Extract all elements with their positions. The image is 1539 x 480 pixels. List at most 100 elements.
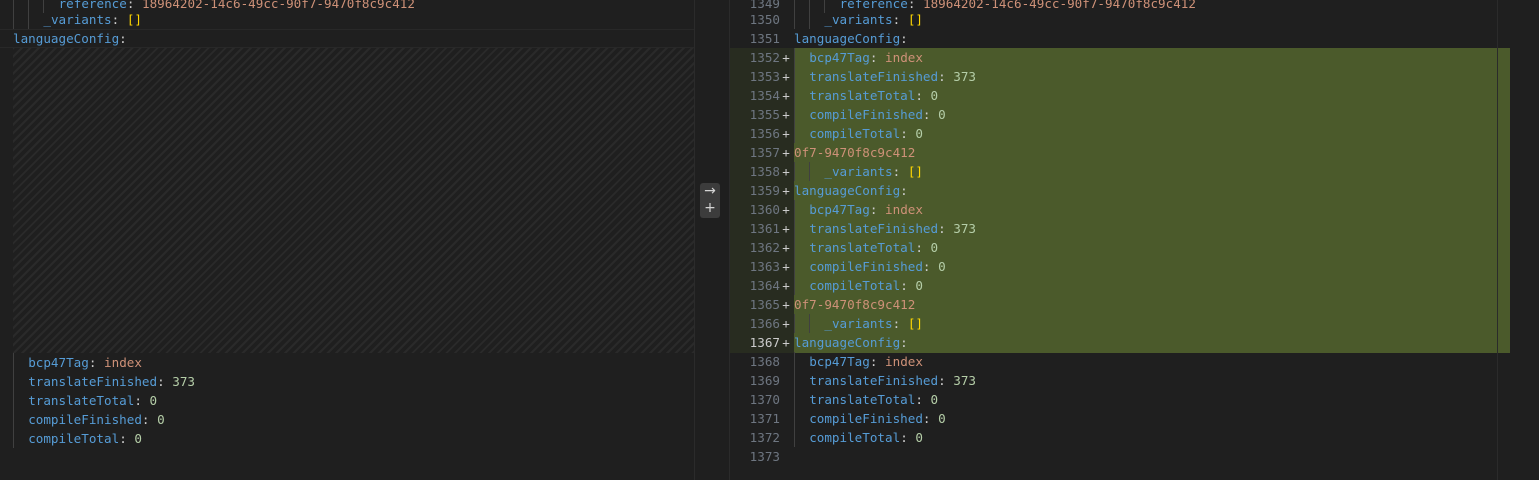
code-text: translateFinished: 373	[809, 371, 976, 390]
deleted-region-placeholder	[13, 48, 694, 353]
code-line[interactable]: 1365 +0f7-9470f8c9c412	[730, 295, 1539, 314]
yaml-key: translateTotal	[809, 240, 916, 255]
code-line[interactable]: compileFinished: 0	[0, 410, 694, 429]
yaml-value: 0	[938, 259, 946, 274]
yaml-separator: :	[922, 411, 939, 426]
code-line[interactable]: 1358 + _variants: []	[730, 162, 1539, 181]
yaml-key: compileFinished	[809, 259, 923, 274]
code-text: languageConfig:	[794, 333, 908, 352]
code-line[interactable]: 1353 + translateFinished: 373	[730, 67, 1539, 86]
yaml-value: 0f7-9470f8c9c412	[794, 297, 916, 312]
code-line[interactable]: 1368 bcp47Tag: index	[730, 352, 1539, 371]
code-line[interactable]: 1357 +0f7-9470f8c9c412	[730, 143, 1539, 162]
code-text: compileTotal: 0	[809, 428, 923, 447]
yaml-separator: :	[892, 316, 908, 331]
code-line[interactable]: 1372 compileTotal: 0	[730, 428, 1539, 447]
code-line[interactable]: 1360 + bcp47Tag: index	[730, 200, 1539, 219]
modified-editor-pane[interactable]: 1349 reference: 18964202-14c6-49cc-90f7-9…	[730, 0, 1539, 480]
code-line[interactable]: translateFinished: 373	[0, 372, 694, 391]
code-line[interactable]: languageConfig:	[0, 29, 694, 48]
yaml-key: bcp47Tag	[28, 355, 89, 370]
copy-change-plus-icon[interactable]: +	[700, 200, 720, 217]
code-line[interactable]: 1361 + translateFinished: 373	[730, 219, 1539, 238]
code-line[interactable]: 1363 + compileFinished: 0	[730, 257, 1539, 276]
yaml-value: 0	[915, 278, 923, 293]
code-text: languageConfig:	[794, 29, 908, 48]
indent-guide	[794, 390, 795, 409]
line-number: 1368	[749, 354, 780, 369]
code-line[interactable]: 1350 _variants: []	[730, 10, 1539, 29]
code-line[interactable]: 1352 + bcp47Tag: index	[730, 48, 1539, 67]
yaml-value: 0	[915, 126, 923, 141]
yaml-value: 0	[930, 392, 939, 407]
yaml-key: translateFinished	[28, 374, 158, 389]
yaml-value: 0	[157, 412, 165, 427]
code-line[interactable]: 1367 + languageConfig:	[730, 333, 1539, 352]
code-text: bcp47Tag: index	[809, 200, 923, 219]
code-line[interactable]: 1369 translateFinished: 373	[730, 371, 1539, 390]
code-line[interactable]: 1370 translateTotal: 0	[730, 390, 1539, 409]
code-text: compileFinished: 0	[809, 105, 946, 124]
diff-insert-marker: +	[782, 126, 790, 141]
diff-insert-marker: +	[782, 240, 790, 255]
indent-guide	[28, 10, 30, 29]
indent-guide	[794, 162, 795, 181]
indent-guide	[13, 429, 14, 448]
diff-insert-marker: +	[782, 278, 790, 293]
line-number: 1352	[749, 50, 780, 65]
yaml-separator: :	[157, 374, 173, 389]
code-line[interactable]: 1362 + translateTotal: 0	[730, 238, 1539, 257]
indent-guide	[13, 10, 14, 29]
yaml-key: languageConfig	[794, 31, 901, 46]
code-line[interactable]: bcp47Tag: index	[0, 353, 694, 372]
code-text: languageConfig:	[13, 29, 127, 48]
yaml-value: 0	[930, 88, 939, 103]
code-text: _variants: []	[824, 162, 923, 181]
code-line[interactable]: 1355 + compileFinished: 0	[730, 105, 1539, 124]
code-text: _variants: []	[824, 10, 923, 29]
diff-action-toolbar[interactable]: → +	[700, 183, 720, 218]
original-editor-pane[interactable]: reference: 18964202-14c6-49cc-90f7-9470f…	[0, 0, 694, 480]
code-line[interactable]: 1356 + compileTotal: 0	[730, 124, 1539, 143]
code-line[interactable]: 1366 + _variants: []	[730, 314, 1539, 333]
diff-center-gutter	[694, 0, 730, 480]
code-text: 0f7-9470f8c9c412	[794, 295, 915, 314]
indent-guide	[794, 428, 795, 447]
yaml-separator: :	[141, 412, 158, 427]
yaml-separator: :	[915, 88, 931, 103]
code-text: translateTotal: 0	[809, 390, 938, 409]
yaml-key: _variants	[824, 12, 893, 27]
yaml-separator: :	[915, 240, 931, 255]
yaml-key: compileFinished	[28, 412, 142, 427]
yaml-value: []	[907, 12, 923, 27]
line-number: 1357	[749, 145, 780, 160]
code-line[interactable]: 1371 compileFinished: 0	[730, 409, 1539, 428]
yaml-key: compileTotal	[28, 431, 120, 446]
yaml-key: translateTotal	[809, 88, 916, 103]
code-text: translateTotal: 0	[809, 238, 938, 257]
code-line[interactable]: 1373	[730, 447, 1539, 466]
line-number: 1355	[749, 107, 780, 122]
indent-guide	[794, 314, 795, 333]
code-line[interactable]: translateTotal: 0	[0, 391, 694, 410]
revert-arrow-icon[interactable]: →	[700, 183, 720, 200]
yaml-key: compileTotal	[809, 278, 901, 293]
line-number: 1359	[749, 183, 780, 198]
yaml-value: 0	[930, 240, 939, 255]
code-line[interactable]: 1364 + compileTotal: 0	[730, 276, 1539, 295]
code-line[interactable]: _variants: []	[0, 10, 694, 29]
yaml-separator: :	[88, 355, 105, 370]
yaml-separator: :	[900, 126, 916, 141]
code-line[interactable]: compileTotal: 0	[0, 429, 694, 448]
yaml-separator: :	[892, 12, 908, 27]
yaml-separator: :	[938, 69, 954, 84]
yaml-value: 373	[953, 373, 977, 388]
code-line[interactable]: 1354 + translateTotal: 0	[730, 86, 1539, 105]
diff-insert-marker: +	[782, 202, 790, 217]
yaml-value: 0	[915, 430, 923, 445]
code-line[interactable]: 1359 + languageConfig:	[730, 181, 1539, 200]
code-line[interactable]: 1351 languageConfig:	[730, 29, 1539, 48]
yaml-separator: :	[900, 278, 916, 293]
code-text: translateFinished: 373	[809, 219, 976, 238]
code-text: translateTotal: 0	[809, 86, 938, 105]
